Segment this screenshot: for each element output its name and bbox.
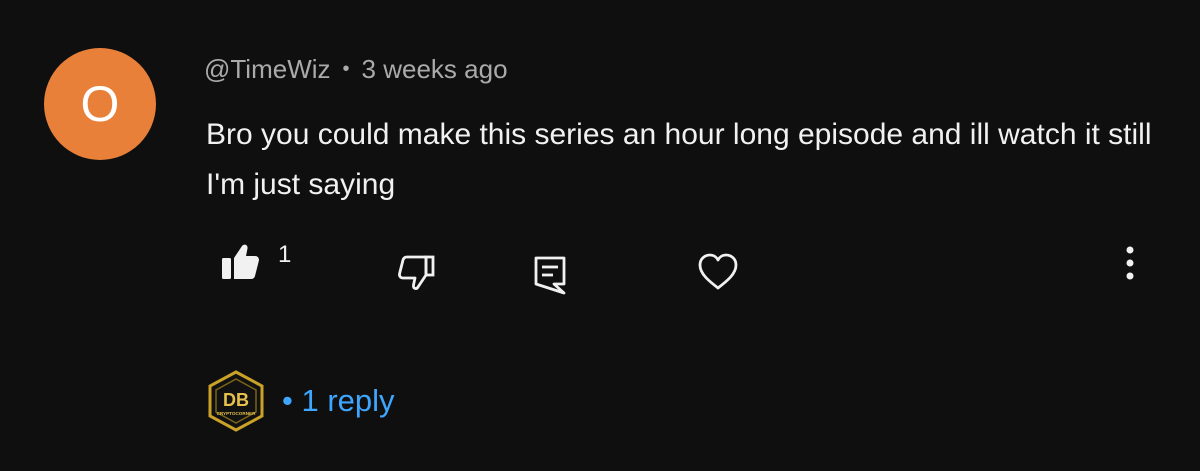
thumbs-down-icon: [398, 255, 435, 290]
heart-button[interactable]: [697, 253, 739, 291]
reply-bullet: •: [282, 383, 293, 418]
more-vertical-icon: [1126, 246, 1134, 280]
more-options-button[interactable]: [1120, 243, 1140, 283]
comment-body: Bro you could make this series an hour l…: [206, 118, 1152, 201]
comment-meta: @TimeWiz • 3 weeks ago: [204, 54, 508, 85]
reply-button[interactable]: [532, 254, 568, 296]
creator-avatar-badge: DB CRYPTOCORNER: [208, 370, 264, 432]
reply-count-label: 1 reply: [301, 383, 395, 418]
comment-thread: O @TimeWiz • 3 weeks ago Bro you could m…: [0, 0, 1200, 471]
thumbs-up-icon: [222, 244, 259, 279]
badge-monogram: DB: [223, 390, 249, 410]
comment-timestamp[interactable]: 3 weeks ago: [362, 54, 508, 85]
badge-caption: CRYPTOCORNER: [217, 411, 256, 416]
dislike-button[interactable]: [396, 254, 436, 292]
like-button[interactable]: 1: [220, 241, 292, 281]
meta-separator: •: [342, 58, 350, 80]
author-handle[interactable]: @TimeWiz: [204, 54, 331, 85]
heart-icon: [698, 253, 738, 290]
like-count: 1: [278, 241, 292, 268]
avatar-letter: O: [80, 76, 120, 132]
author-avatar[interactable]: O: [44, 48, 156, 160]
reply-count-link[interactable]: • 1 reply: [282, 383, 395, 419]
reply-comment-icon: [534, 256, 566, 295]
view-replies-button[interactable]: DB CRYPTOCORNER • 1 reply: [206, 370, 395, 432]
